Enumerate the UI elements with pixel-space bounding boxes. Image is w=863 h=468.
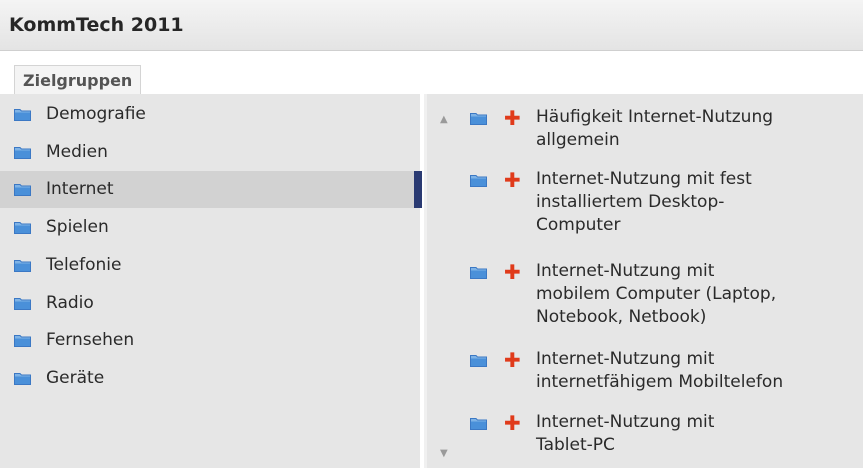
folder-icon: [14, 108, 31, 121]
tab-zielgruppen[interactable]: Zielgruppen: [14, 65, 142, 96]
folder-icon: [14, 334, 31, 347]
folder-icon: [14, 183, 31, 196]
category-label: Medien: [46, 142, 108, 162]
subitem-desktop[interactable]: ✚ Internet-Nutzung mit fest installierte…: [470, 168, 863, 248]
category-label: Radio: [46, 293, 94, 313]
subitem-mobile-computer[interactable]: ✚ Internet-Nutzung mit mobilem Computer …: [470, 260, 863, 340]
selection-indicator: [414, 171, 422, 208]
scroll-up-arrow-icon[interactable]: ▲: [440, 114, 448, 125]
subitem-label: Internet-Nutzung mit internetfähigem Mob…: [536, 349, 784, 392]
folder-icon: [470, 354, 487, 367]
category-label: Geräte: [46, 368, 105, 388]
plus-icon[interactable]: ✚: [504, 108, 521, 128]
category-item-spielen[interactable]: Spielen: [0, 209, 420, 246]
category-item-medien[interactable]: Medien: [0, 134, 420, 171]
category-item-telefonie[interactable]: Telefonie: [0, 247, 420, 284]
folder-icon: [470, 417, 487, 430]
plus-icon[interactable]: ✚: [504, 170, 521, 190]
category-item-geraete[interactable]: Geräte: [0, 360, 420, 397]
plus-icon[interactable]: ✚: [504, 413, 521, 433]
subitem-tablet[interactable]: ✚ Internet-Nutzung mit Tablet-PC: [470, 411, 863, 461]
folder-icon: [14, 297, 31, 310]
folder-icon: [470, 112, 487, 125]
plus-icon[interactable]: ✚: [504, 262, 521, 282]
category-item-demografie[interactable]: Demografie: [0, 96, 420, 133]
folder-icon: [14, 221, 31, 234]
subitem-label: Internet-Nutzung mit Tablet-PC: [536, 412, 715, 455]
category-label: Telefonie: [46, 255, 122, 275]
folder-icon: [14, 372, 31, 385]
subitem-haeufigkeit[interactable]: ✚ Häufigkeit Internet-Nutzung allgemein: [470, 106, 863, 156]
plus-icon[interactable]: ✚: [504, 350, 521, 370]
category-label: Internet: [46, 179, 114, 199]
subitem-label: Internet-Nutzung mit fest installiertem …: [536, 169, 752, 235]
subitem-label: Häufigkeit Internet-Nutzung allgemein: [536, 107, 774, 150]
category-label: Demografie: [46, 104, 146, 124]
subitem-mobiltelefon[interactable]: ✚ Internet-Nutzung mit internetfähigem M…: [470, 348, 863, 398]
subitem-label: Internet-Nutzung mit mobilem Computer (L…: [536, 261, 777, 327]
folder-icon: [470, 266, 487, 279]
category-label: Spielen: [46, 217, 109, 237]
folder-icon: [14, 146, 31, 159]
app-header: KommTech 2011: [0, 0, 863, 51]
scroll-down-arrow-icon[interactable]: ▼: [440, 448, 448, 459]
folder-icon: [14, 259, 31, 272]
folder-icon: [470, 174, 487, 187]
category-item-radio[interactable]: Radio: [0, 285, 420, 322]
category-item-fernsehen[interactable]: Fernsehen: [0, 322, 420, 359]
category-label: Fernsehen: [46, 330, 135, 350]
category-item-internet[interactable]: Internet: [0, 171, 420, 208]
app-title: KommTech 2011: [9, 14, 184, 36]
